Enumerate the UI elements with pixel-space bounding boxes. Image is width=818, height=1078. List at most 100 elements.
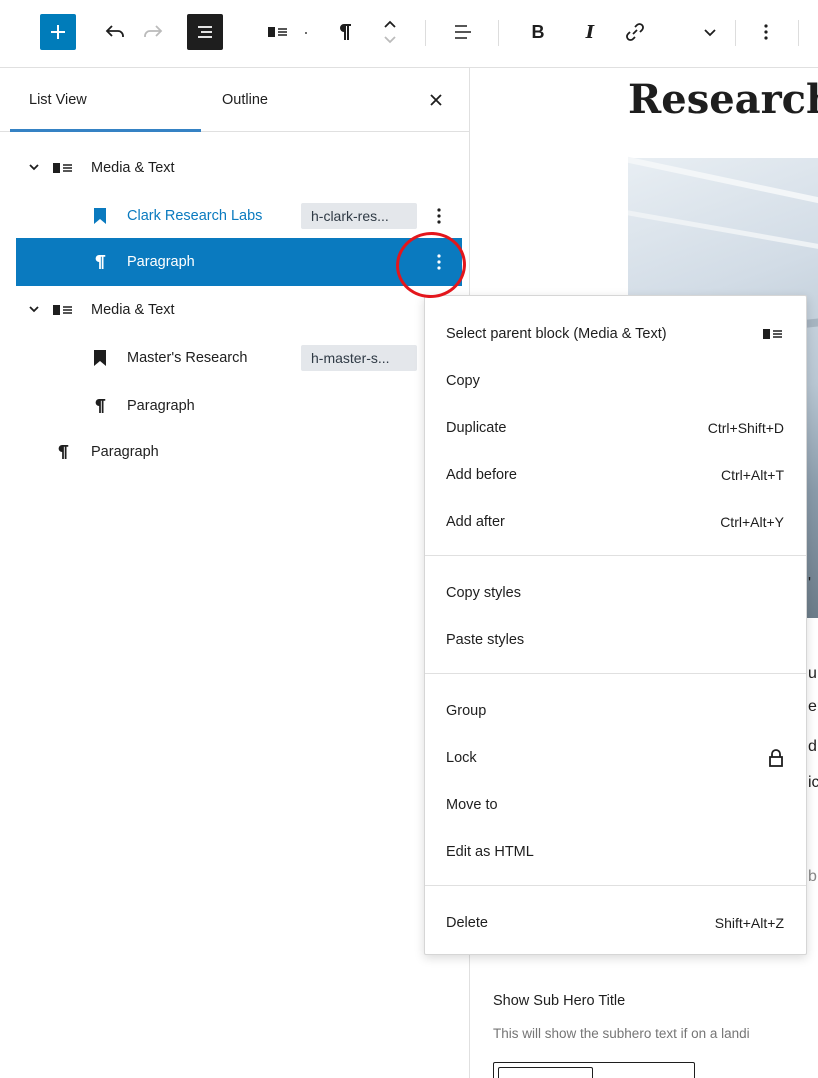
tab-outline[interactable]: Outline <box>222 68 268 132</box>
more-options-icon <box>437 208 441 224</box>
link-button[interactable] <box>620 14 650 50</box>
list-item-label: Media & Text <box>91 160 175 176</box>
paragraph-icon <box>93 396 107 416</box>
align-button[interactable] <box>446 14 478 50</box>
block-options-button[interactable] <box>756 14 776 50</box>
menu-item-move-to[interactable]: Move to <box>425 781 806 828</box>
editor-toolbar: · B I <box>0 0 818 68</box>
plus-icon <box>51 25 65 39</box>
media-text-icon <box>762 327 784 341</box>
paragraph-block-button[interactable] <box>330 14 360 50</box>
move-up-down-button[interactable] <box>376 14 404 50</box>
page-title[interactable]: Research <box>628 76 818 123</box>
menu-item-edit-html[interactable]: Edit as HTML <box>425 828 806 875</box>
list-item-heading-clark[interactable]: Clark Research Labs h-clark-res... <box>16 192 462 240</box>
redo-icon <box>144 25 163 37</box>
menu-item-label: Duplicate <box>446 419 507 436</box>
item-options-button[interactable] <box>436 206 442 226</box>
close-panel-button[interactable] <box>424 88 448 112</box>
list-item-label: Paragraph <box>127 254 195 270</box>
sub-hero-title-label: Show Sub Hero Title <box>493 993 626 1009</box>
menu-item-label: Select parent block (Media & Text) <box>446 325 667 342</box>
menu-item-select-parent[interactable]: Select parent block (Media & Text) <box>425 310 806 357</box>
list-item-label: Master's Research <box>127 350 248 366</box>
menu-divider <box>425 555 806 556</box>
menu-item-delete[interactable]: Delete Shift+Alt+Z <box>425 899 806 946</box>
menu-item-shortcut: Ctrl+Alt+Y <box>720 513 784 530</box>
menu-item-label: Lock <box>446 749 477 766</box>
menu-item-label: Copy styles <box>446 584 521 601</box>
align-icon <box>455 25 471 39</box>
menu-item-label: Delete <box>446 914 488 931</box>
menu-item-label: Group <box>446 702 487 719</box>
block-type-button[interactable] <box>262 14 294 50</box>
list-item-media-text[interactable]: Media & Text <box>16 144 462 192</box>
chevron-down-icon[interactable] <box>28 162 40 172</box>
document-overview-panel: List View Outline Media & Text Clark Res… <box>0 68 470 1078</box>
list-item-label: Clark Research Labs <box>127 208 263 224</box>
close-icon <box>430 94 442 106</box>
chevron-down-icon <box>704 29 716 37</box>
menu-item-shortcut: Shift+Alt+Z <box>714 914 784 931</box>
menu-item-copy-styles[interactable]: Copy styles <box>425 569 806 616</box>
panel-tabs: List View Outline <box>0 68 469 132</box>
list-item-paragraph[interactable]: Paragraph <box>16 428 462 476</box>
menu-item-copy[interactable]: Copy <box>425 357 806 404</box>
more-formats-button[interactable] <box>698 14 722 50</box>
toolbar-divider <box>798 20 799 46</box>
breadcrumb-dot: · <box>303 21 309 42</box>
bookmark-icon <box>93 349 107 367</box>
document-overview-icon <box>198 26 212 38</box>
anchor-badge: h-master-s... <box>301 345 417 371</box>
menu-item-add-after[interactable]: Add after Ctrl+Alt+Y <box>425 498 806 545</box>
text-fragment: er <box>808 698 818 715</box>
item-options-button[interactable] <box>436 252 442 272</box>
list-item-paragraph[interactable]: Paragraph <box>16 382 462 430</box>
toolbar-divider <box>498 20 499 46</box>
list-item-heading-master[interactable]: Master's Research h-master-s... <box>16 334 462 382</box>
menu-item-paste-styles[interactable]: Paste styles <box>425 616 806 663</box>
more-options-icon <box>764 24 768 40</box>
move-up-down-icon <box>384 20 396 44</box>
toggle-option[interactable] <box>498 1067 593 1078</box>
paragraph-icon <box>93 252 107 272</box>
active-tab-indicator <box>10 129 201 132</box>
toolbar-divider <box>425 20 426 46</box>
redo-button[interactable] <box>138 14 168 50</box>
menu-item-label: Move to <box>446 796 498 813</box>
menu-item-duplicate[interactable]: Duplicate Ctrl+Shift+D <box>425 404 806 451</box>
tab-list-view[interactable]: List View <box>29 68 87 132</box>
undo-button[interactable] <box>100 14 130 50</box>
italic-button[interactable]: I <box>578 14 602 50</box>
text-fragment: b <box>808 868 817 885</box>
anchor-badge: h-clark-res... <box>301 203 417 229</box>
list-item-label: Paragraph <box>127 398 195 414</box>
menu-divider <box>425 673 806 674</box>
menu-item-label: Add before <box>446 466 517 483</box>
paragraph-icon <box>56 442 70 462</box>
link-icon <box>626 23 644 41</box>
bookmark-icon <box>93 207 107 225</box>
undo-icon <box>105 25 124 37</box>
list-item-media-text[interactable]: Media & Text <box>16 286 462 334</box>
media-text-icon <box>268 27 287 37</box>
text-fragment: ' <box>808 575 812 592</box>
more-options-icon <box>437 254 441 270</box>
paragraph-icon <box>340 24 351 40</box>
menu-item-add-before[interactable]: Add before Ctrl+Alt+T <box>425 451 806 498</box>
media-text-icon <box>52 302 74 318</box>
block-options-menu: Select parent block (Media & Text) Copy … <box>424 295 807 955</box>
chevron-down-icon[interactable] <box>28 304 40 314</box>
sub-hero-toggle-group[interactable] <box>493 1062 695 1078</box>
menu-item-lock[interactable]: Lock <box>425 734 806 781</box>
document-overview-button[interactable] <box>187 14 223 50</box>
menu-item-shortcut: Ctrl+Alt+T <box>720 466 784 483</box>
add-block-button[interactable] <box>40 14 76 50</box>
menu-divider <box>425 885 806 886</box>
sub-hero-help-text: This will show the subhero text if on a … <box>493 1026 750 1041</box>
list-item-paragraph-selected[interactable]: Paragraph <box>16 238 462 286</box>
menu-item-group[interactable]: Group <box>425 687 806 734</box>
bold-button[interactable]: B <box>524 14 552 50</box>
list-item-label: Paragraph <box>91 444 159 460</box>
list-item-label: Media & Text <box>91 302 175 318</box>
